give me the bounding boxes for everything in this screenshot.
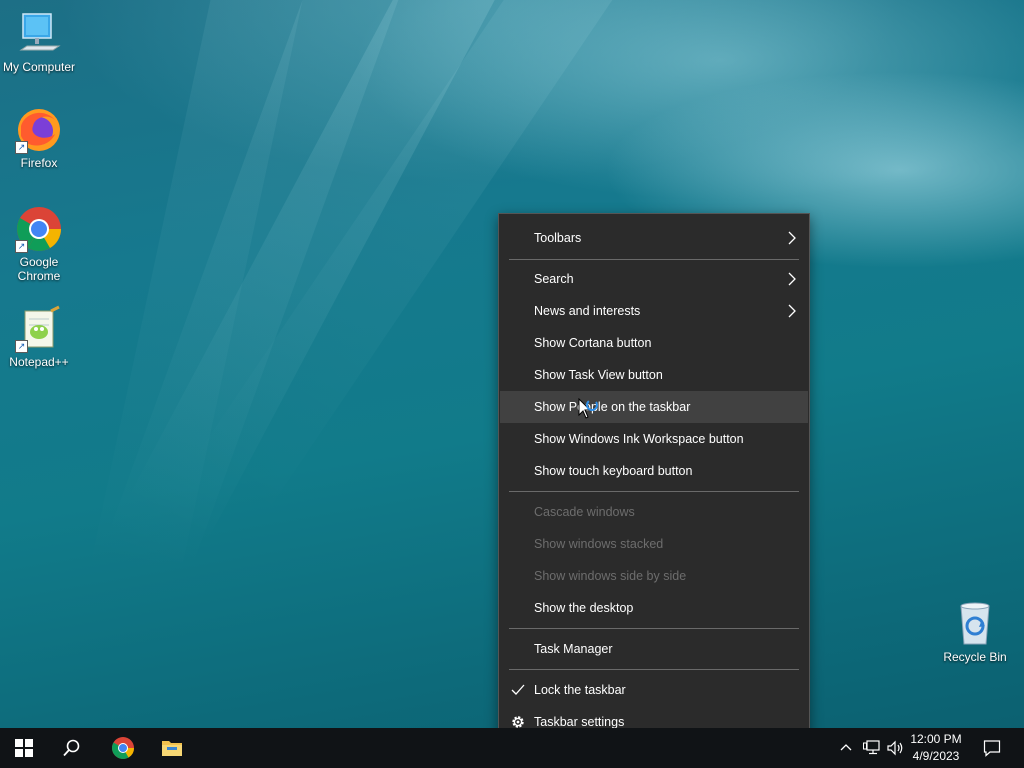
taskbar-search-button[interactable]	[48, 728, 96, 768]
taskbar-file-explorer-button[interactable]	[148, 728, 196, 768]
desktop-icon-google-chrome[interactable]: ↗ Google Chrome	[0, 205, 78, 283]
start-button[interactable]	[0, 728, 48, 768]
menu-item-label: Taskbar settings	[534, 715, 625, 729]
menu-item-label: News and interests	[534, 304, 641, 318]
shortcut-arrow-icon: ↗	[15, 141, 28, 154]
search-icon	[63, 739, 80, 757]
menu-item-show-people-on-taskbar[interactable]: Show People on the taskbar	[500, 391, 808, 423]
menu-item-label: Toolbars	[534, 231, 582, 245]
menu-item-label: Show windows side by side	[534, 569, 687, 583]
notepadpp-icon: ↗	[15, 305, 63, 353]
desktop-icon-label: Firefox	[20, 156, 58, 170]
menu-item-show-the-desktop[interactable]: Show the desktop	[500, 592, 808, 624]
chevron-right-icon	[786, 222, 798, 254]
desktop-icon-label: My Computer	[2, 60, 76, 74]
menu-item-label: Show touch keyboard button	[534, 464, 693, 478]
menu-item-news-and-interests[interactable]: News and interests	[500, 295, 808, 327]
desktop-icon-label: Chrome	[17, 269, 61, 283]
menu-item-show-touch-keyboard-button[interactable]: Show touch keyboard button	[500, 455, 808, 487]
menu-item-label: Cascade windows	[534, 505, 635, 519]
menu-item-show-windows-ink-workspace-button[interactable]: Show Windows Ink Workspace button	[500, 423, 808, 455]
checkmark-icon	[510, 674, 526, 706]
taskbar-context-menu: Toolbars Search News and interests Show …	[498, 213, 810, 746]
chrome-icon	[112, 737, 134, 759]
network-button[interactable]	[860, 728, 884, 768]
windows-start-icon	[15, 739, 33, 757]
taskbar-chrome-button[interactable]	[99, 728, 147, 768]
taskbar-clock[interactable]: 12:00 PM 4/9/2023	[906, 731, 966, 765]
chevron-right-icon	[786, 263, 798, 295]
desktop-icon-my-computer[interactable]: My Computer	[0, 10, 78, 74]
shortcut-arrow-icon: ↗	[15, 340, 28, 353]
clock-time: 12:00 PM	[910, 732, 962, 746]
menu-item-label: Task Manager	[534, 642, 613, 656]
menu-item-task-manager[interactable]: Task Manager	[500, 633, 808, 665]
network-icon	[863, 740, 880, 755]
menu-item-label: Show Task View button	[534, 368, 663, 382]
action-center-button[interactable]	[978, 728, 1006, 768]
desktop-icon-label: Notepad++	[9, 355, 69, 369]
desktop-icon-label: Recycle Bin	[943, 650, 1007, 664]
mouse-cursor	[578, 397, 604, 424]
desktop-icon-firefox[interactable]: ↗ Firefox	[0, 106, 78, 170]
shortcut-arrow-icon: ↗	[15, 240, 28, 253]
file-explorer-icon	[162, 741, 182, 756]
volume-icon	[887, 740, 903, 756]
menu-separator	[509, 259, 799, 260]
menu-item-show-windows-side-by-side: Show windows side by side	[500, 560, 808, 592]
show-hidden-icons-button[interactable]	[836, 728, 856, 768]
chrome-icon: ↗	[15, 205, 63, 253]
computer-icon	[15, 10, 63, 58]
chevron-up-icon	[840, 744, 852, 751]
menu-item-show-cortana-button[interactable]: Show Cortana button	[500, 327, 808, 359]
menu-item-label: Show Windows Ink Workspace button	[534, 432, 744, 446]
menu-item-search[interactable]: Search	[500, 263, 808, 295]
desktop-icon-notepadpp[interactable]: ↗ Notepad++	[0, 305, 78, 369]
clock-date: 4/9/2023	[912, 749, 960, 763]
recycle-bin-icon	[951, 600, 999, 648]
menu-item-label: Show the desktop	[534, 601, 634, 615]
menu-separator	[509, 669, 799, 670]
action-center-icon	[983, 740, 1001, 757]
menu-item-show-task-view-button[interactable]: Show Task View button	[500, 359, 808, 391]
desktop-icon-recycle-bin[interactable]: Recycle Bin	[936, 600, 1014, 664]
menu-item-label: Show windows stacked	[534, 537, 664, 551]
firefox-icon: ↗	[15, 106, 63, 154]
menu-separator	[509, 491, 799, 492]
menu-item-label: Show People on the taskbar	[534, 400, 691, 414]
chevron-right-icon	[786, 295, 798, 327]
menu-item-label: Show Cortana button	[534, 336, 652, 350]
menu-item-toolbars[interactable]: Toolbars	[500, 222, 808, 254]
menu-item-show-windows-stacked: Show windows stacked	[500, 528, 808, 560]
volume-button[interactable]	[884, 728, 906, 768]
taskbar: 12:00 PM 4/9/2023	[0, 728, 1024, 768]
menu-item-label: Lock the taskbar	[534, 683, 626, 697]
menu-item-lock-the-taskbar[interactable]: Lock the taskbar	[500, 674, 808, 706]
menu-separator	[509, 628, 799, 629]
menu-item-cascade-windows: Cascade windows	[500, 496, 808, 528]
menu-item-label: Search	[534, 272, 574, 286]
desktop-icon-label: Google	[19, 255, 59, 269]
